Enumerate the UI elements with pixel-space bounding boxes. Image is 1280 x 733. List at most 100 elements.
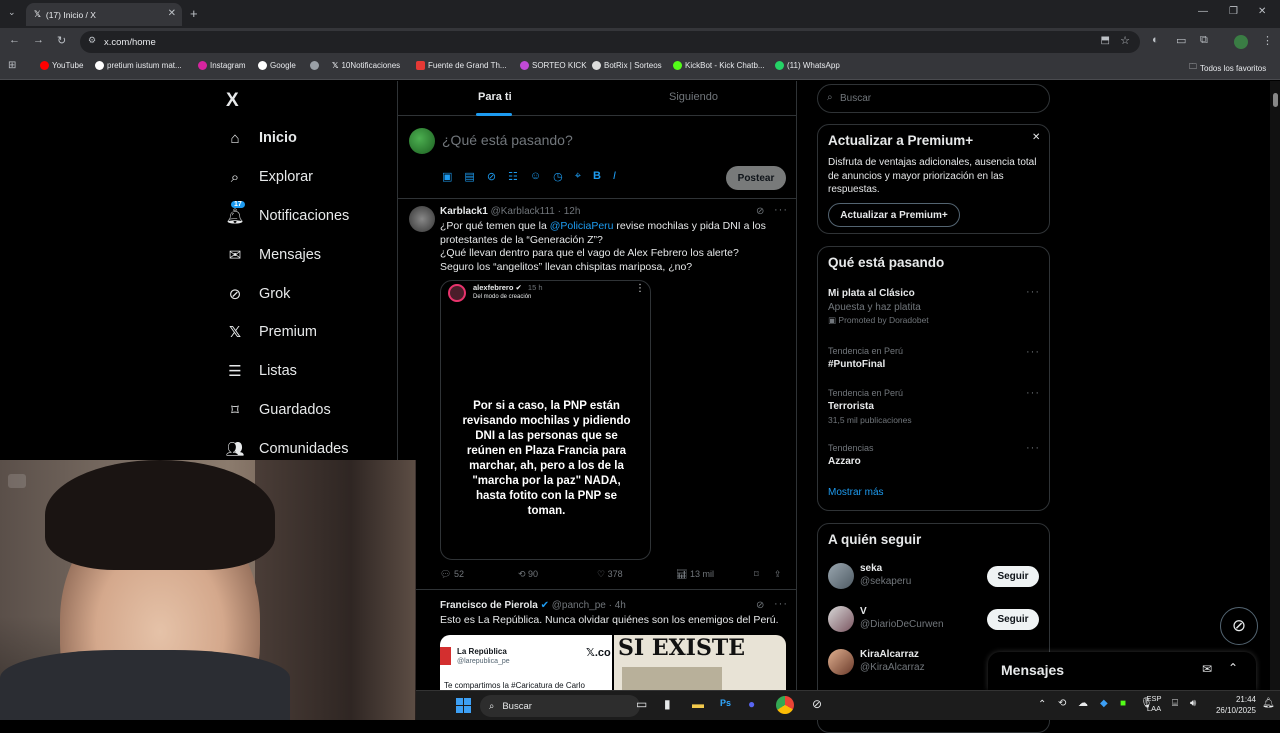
more-icon[interactable]: ··· xyxy=(1026,387,1040,399)
grok-icon[interactable]: ⊘ xyxy=(756,600,764,611)
tray-icon[interactable]: ⟲ xyxy=(1058,698,1066,709)
composer-input[interactable]: ¿Qué está pasando? xyxy=(442,132,573,148)
new-message-icon[interactable]: ✉ xyxy=(1202,662,1212,676)
image-icon[interactable]: ▣ xyxy=(442,170,452,183)
grok-icon[interactable]: ⊘ xyxy=(756,206,764,217)
follow-user[interactable]: seka @sekaperu xyxy=(860,563,911,587)
avatar[interactable] xyxy=(409,206,435,232)
browser-tab[interactable]: 𝕏 (17) Inicio / X ✕ xyxy=(26,3,182,26)
gif-icon[interactable]: ▤ xyxy=(464,170,474,183)
more-icon[interactable]: ··· xyxy=(1026,346,1040,358)
bookmark-sorteo-kick[interactable]: SORTEO KICK xyxy=(520,61,587,70)
onedrive-icon[interactable]: ☁ xyxy=(1078,698,1088,709)
file-explorer-icon[interactable]: ▬ xyxy=(692,697,704,711)
tab-close-icon[interactable]: ✕ xyxy=(168,8,176,19)
restore-icon[interactable]: ❐ xyxy=(1229,6,1238,17)
follow-button[interactable]: Seguir xyxy=(987,609,1039,630)
extension-icon[interactable]: ◐ xyxy=(1152,34,1159,46)
close-icon[interactable]: ✕ xyxy=(1032,132,1040,143)
poll-icon[interactable]: ☷ xyxy=(508,170,518,183)
volume-icon[interactable]: 🔊︎ xyxy=(1190,698,1196,709)
search-box[interactable]: ⌕ Buscar xyxy=(817,84,1050,113)
repost-button[interactable]: ⟲ 90 xyxy=(518,569,538,580)
views-button[interactable]: 📊︎ 13 mil xyxy=(676,569,714,580)
follow-button[interactable]: Seguir xyxy=(987,566,1039,587)
apps-grid-icon[interactable]: ⊞ xyxy=(8,60,16,71)
avatar[interactable] xyxy=(828,649,854,675)
trend-item[interactable]: Tendencia en Perú Terrorista 31,5 mil pu… xyxy=(828,388,912,425)
mention-link[interactable]: @PoliciaPeru xyxy=(550,220,614,232)
tray-app-icon[interactable]: ■ xyxy=(1120,698,1126,709)
premium-button[interactable]: Actualizar a Premium+ xyxy=(828,203,960,227)
all-bookmarks[interactable]: 🗀 Todos los favoritos xyxy=(1189,61,1266,75)
tray-app-icon[interactable]: ◆ xyxy=(1100,698,1108,709)
discord-icon[interactable]: ● xyxy=(748,697,755,711)
schedule-icon[interactable]: ◷ xyxy=(553,170,563,183)
sidebar-item-guardados[interactable]: ⌑ Guardados xyxy=(226,401,331,419)
sidebar-item-mensajes[interactable]: ✉ Mensajes xyxy=(226,246,321,264)
network-icon[interactable]: ⌸ xyxy=(1172,698,1178,709)
scrollbar-thumb[interactable] xyxy=(1273,93,1278,107)
site-info-icon[interactable]: ⚙ xyxy=(88,35,96,46)
url-field[interactable]: ⚙ x.com/home ⬒ ☆ xyxy=(80,31,1140,53)
back-icon[interactable]: ← xyxy=(9,34,20,46)
sidebar-item-premium[interactable]: 𝕏 Premium xyxy=(226,323,317,341)
author-name[interactable]: Karblack1 xyxy=(440,206,488,217)
grok-icon[interactable]: ⊘ xyxy=(487,170,496,183)
avatar[interactable] xyxy=(828,563,854,589)
bookmark-globe[interactable] xyxy=(310,61,319,70)
story-image[interactable]: alexfebrero ✔ 15 h Del modo de creación … xyxy=(440,280,651,560)
bookmark-10notificaciones[interactable]: 𝕏 10Notificaciones xyxy=(332,61,400,70)
clock[interactable]: 21:44 26/10/2025 xyxy=(1208,694,1256,716)
forward-icon[interactable]: → xyxy=(33,34,44,46)
bookmark-youtube[interactable]: YouTube xyxy=(40,61,83,70)
trend-item[interactable]: Tendencia en Perú #PuntoFinal xyxy=(828,346,903,370)
taskbar-search[interactable]: ⌕ Buscar xyxy=(480,695,640,717)
sidebar-item-explorar[interactable]: ⌕ Explorar xyxy=(226,168,313,186)
new-tab-icon[interactable]: + xyxy=(190,6,198,21)
show-more-link[interactable]: Mostrar más xyxy=(828,487,884,498)
bookmark-google[interactable]: Google xyxy=(258,61,296,70)
trend-item[interactable]: Mi plata al Clásico Apuesta y haz platit… xyxy=(828,288,929,326)
grok-floating-button[interactable]: ⊘ xyxy=(1220,607,1258,645)
sidebar-item-inicio[interactable]: ⌂ Inicio xyxy=(226,129,296,147)
messages-drawer[interactable]: Mensajes ✉ ⌃ xyxy=(988,652,1256,690)
post-button[interactable]: Postear xyxy=(726,166,786,190)
profile-avatar[interactable] xyxy=(1234,35,1248,49)
user-avatar[interactable] xyxy=(409,128,435,154)
like-button[interactable]: ♡ 378 xyxy=(597,569,623,580)
follow-user[interactable]: KiraAlcarraz @KiraAlcarraz xyxy=(860,649,925,673)
notifications-icon[interactable]: 🔔︎ xyxy=(1262,698,1275,709)
author-handle[interactable]: @Karblack111 · 12h xyxy=(491,206,581,217)
reply-button[interactable]: 💬︎ 52 xyxy=(440,569,464,580)
more-icon[interactable]: ··· xyxy=(1026,442,1040,454)
sidebar-item-grok[interactable]: ⊘ Grok xyxy=(226,285,291,303)
windows-start-icon[interactable] xyxy=(456,698,471,713)
tray-expand-icon[interactable]: ⌃ xyxy=(1038,699,1046,710)
sidebar-item-notificaciones[interactable]: 🔔︎ 17 Notificaciones xyxy=(225,201,349,225)
window-close-icon[interactable]: ✕ xyxy=(1258,6,1266,17)
author-handle[interactable]: @panch_pe · 4h xyxy=(552,600,626,611)
bookmark-icon[interactable]: ⌑ xyxy=(754,569,759,580)
bookmark-fuente[interactable]: Fuente de Grand Th... xyxy=(416,61,507,70)
install-app-icon[interactable]: ⬒ xyxy=(1101,35,1110,46)
sidebar-item-listas[interactable]: ☰ Listas xyxy=(226,362,297,380)
trend-item[interactable]: Tendencias Azzaro xyxy=(828,443,874,467)
bookmark-pretium[interactable]: pretium iustum mat... xyxy=(95,61,182,70)
tab-search-icon[interactable]: ⌄ xyxy=(8,7,16,18)
bookmark-star-icon[interactable]: ☆ xyxy=(1120,34,1130,47)
extensions-puzzle-icon[interactable]: ⧉ xyxy=(1200,34,1208,47)
reload-icon[interactable]: ↻ xyxy=(57,34,66,47)
avatar[interactable] xyxy=(828,606,854,632)
scrollbar[interactable] xyxy=(1270,81,1280,690)
bookmark-kickbot[interactable]: KickBot - Kick Chatb... xyxy=(673,61,765,70)
author-name[interactable]: Francisco de Pierola xyxy=(440,600,538,611)
app-icon[interactable]: ▮ xyxy=(664,697,671,711)
chrome-icon[interactable] xyxy=(776,696,794,714)
tab-siguiendo[interactable]: Siguiendo xyxy=(669,91,718,103)
expand-icon[interactable]: ⌃ xyxy=(1228,661,1238,675)
task-view-icon[interactable]: ▭ xyxy=(636,697,647,711)
emoji-icon[interactable]: ☺ xyxy=(530,170,541,183)
x-logo[interactable]: X xyxy=(226,90,239,112)
italic-icon[interactable]: I xyxy=(613,170,616,183)
